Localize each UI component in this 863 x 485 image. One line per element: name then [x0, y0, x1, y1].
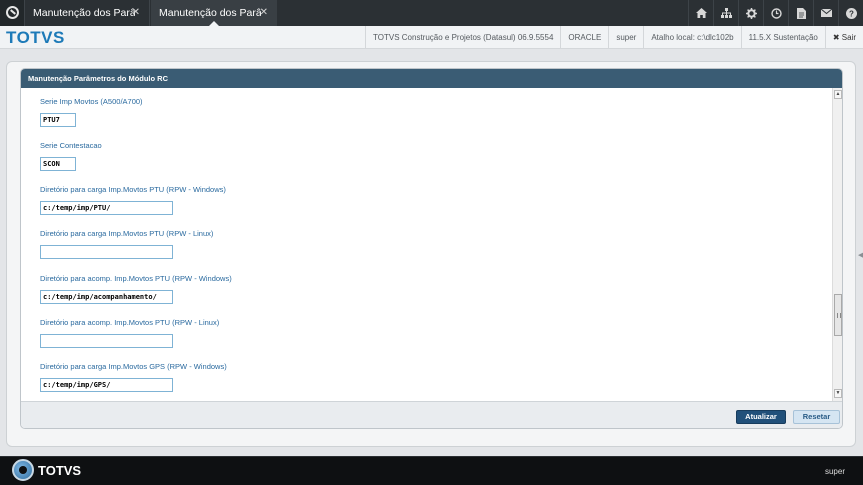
field-dir-carga-gps-windows: Diretório para carga Imp.Movtos GPS (RPW…: [40, 362, 227, 392]
app-header: TOTVS TOTVS Construção e Projetos (Datas…: [0, 26, 863, 49]
dir-carga-ptu-linux-input[interactable]: [40, 245, 173, 259]
version-info: 11.5.X Sustentação: [740, 26, 825, 49]
dir-carga-ptu-windows-input[interactable]: c:/temp/imp/PTU/: [40, 201, 173, 215]
scroll-up-arrow-icon[interactable]: ▲: [834, 90, 842, 99]
dir-acomp-ptu-linux-input[interactable]: [40, 334, 173, 348]
scroll-down-arrow-icon[interactable]: ▼: [834, 389, 842, 398]
toolbar-icons: ?: [688, 0, 863, 26]
field-label: Diretório para acomp. Imp.Movtos PTU (RP…: [40, 318, 220, 327]
field-label: Serie Contestacao: [40, 141, 102, 150]
tab-manutencao-2-active[interactable]: Manutenção dos Parâmetros ✕: [151, 0, 277, 26]
sitemap-icon[interactable]: [713, 0, 738, 26]
help-icon[interactable]: ?: [838, 0, 863, 26]
scrollbar-thumb[interactable]: [834, 294, 842, 336]
svg-text:?: ?: [849, 9, 854, 18]
close-tab-icon[interactable]: ✕: [132, 0, 140, 26]
dir-acomp-ptu-windows-input[interactable]: c:/temp/imp/acompanhamento/: [40, 290, 173, 304]
tab-label: Manutenção dos Parâmetros: [33, 7, 135, 19]
tab-label: Manutenção dos Parâmetros: [159, 7, 261, 19]
side-panel-toggle-icon[interactable]: ◀: [858, 251, 863, 261]
document-icon[interactable]: [788, 0, 813, 26]
field-label: Diretório para carga Imp.Movtos GPS (RPW…: [40, 362, 227, 371]
bottom-brand: TOTVS: [38, 463, 82, 478]
field-serie-contestacao: Serie Contestacao SCON: [40, 141, 102, 171]
atualizar-button[interactable]: Atualizar: [736, 410, 786, 424]
exit-button[interactable]: ✖ Sair: [824, 26, 863, 49]
top-tab-bar: Manutenção dos Parâmetros ✕ Manutenção d…: [0, 0, 863, 26]
form-content: Serie Imp Movtos (A500/A700) PTU7 Serie …: [21, 88, 832, 401]
field-label: Diretório para carga Imp.Movtos PTU (RPW…: [40, 185, 226, 194]
gear-icon[interactable]: [738, 0, 763, 26]
field-dir-carga-ptu-windows: Diretório para carga Imp.Movtos PTU (RPW…: [40, 185, 226, 215]
form-window: Manutenção Parâmetros do Módulo RC Serie…: [20, 68, 843, 429]
brand-logo: TOTVS: [6, 28, 65, 47]
action-bar: Atualizar Resetar: [21, 401, 842, 428]
bottom-bar: TOTVS super: [0, 456, 863, 485]
field-serie-imp-movtos: Serie Imp Movtos (A500/A700) PTU7: [40, 97, 143, 127]
field-dir-carga-ptu-linux: Diretório para carga Imp.Movtos PTU (RPW…: [40, 229, 213, 259]
user-info: super: [608, 26, 643, 49]
mail-icon[interactable]: [813, 0, 838, 26]
database-info: ORACLE: [560, 26, 608, 49]
shortcut-info: Atalho local: c:\dlc102b: [643, 26, 740, 49]
home-icon[interactable]: [688, 0, 713, 26]
clock-icon[interactable]: [763, 0, 788, 26]
close-tab-icon[interactable]: ✕: [260, 0, 268, 26]
field-label: Serie Imp Movtos (A500/A700): [40, 97, 143, 106]
tab-manutencao-1[interactable]: Manutenção dos Parâmetros ✕: [25, 0, 150, 26]
serie-contestacao-input[interactable]: SCON: [40, 157, 76, 171]
company-info[interactable]: TOTVS Construção e Projetos (Datasul) 06…: [365, 26, 560, 49]
field-dir-acomp-ptu-windows: Diretório para acomp. Imp.Movtos PTU (RP…: [40, 274, 232, 304]
resetar-button[interactable]: Resetar: [793, 410, 840, 424]
main-panel: Manutenção Parâmetros do Módulo RC Serie…: [6, 61, 856, 447]
totvs-logo-icon: [12, 459, 34, 481]
bottom-user: super: [824, 467, 845, 476]
vertical-scrollbar[interactable]: ▲ ▼: [832, 88, 842, 401]
field-label: Diretório para acomp. Imp.Movtos PTU (RP…: [40, 274, 232, 283]
panel-title: Manutenção Parâmetros do Módulo RC: [21, 69, 842, 88]
session-info: TOTVS Construção e Projetos (Datasul) 06…: [365, 26, 863, 49]
totvs-menu-logo-icon[interactable]: [0, 0, 25, 26]
field-dir-acomp-ptu-linux: Diretório para acomp. Imp.Movtos PTU (RP…: [40, 318, 219, 348]
dir-carga-gps-windows-input[interactable]: c:/temp/imp/GPS/: [40, 378, 173, 392]
serie-imp-movtos-input[interactable]: PTU7: [40, 113, 76, 127]
field-label: Diretório para carga Imp.Movtos PTU (RPW…: [40, 229, 214, 238]
